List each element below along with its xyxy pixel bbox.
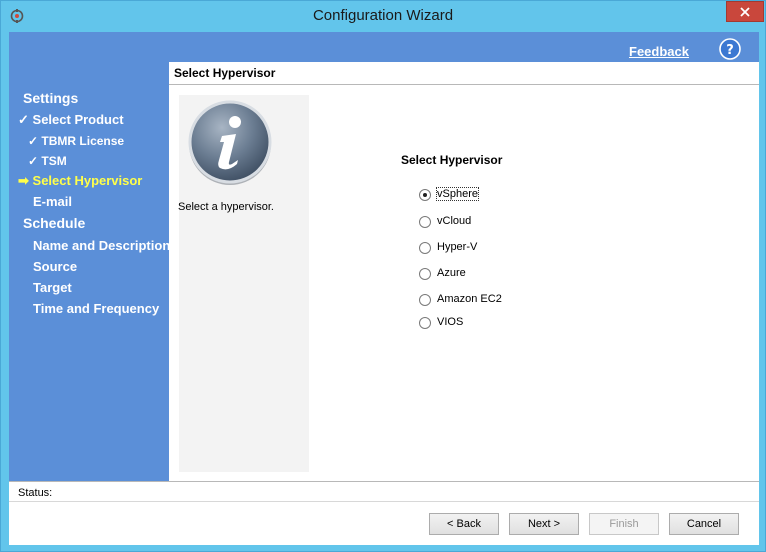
close-button[interactable] [726, 1, 764, 22]
radio-button[interactable] [419, 294, 431, 306]
wizard-steps-sidebar: Settings ✓ Select Product ✓ TBMR License… [9, 62, 170, 481]
header-bar: Feedback ? [9, 32, 759, 62]
radio-label: VIOS [437, 316, 464, 328]
check-icon: ✓ [28, 134, 39, 148]
radio-button-checked[interactable] [419, 189, 431, 201]
sidebar-item-source[interactable]: Source [33, 259, 77, 274]
radio-button[interactable] [419, 242, 431, 254]
sidebar-item-select-product[interactable]: ✓ Select Product [18, 112, 124, 128]
sidebar-item-time-and-frequency[interactable]: Time and Frequency [33, 301, 159, 316]
divider [9, 501, 759, 502]
page-title: Select Hypervisor [174, 66, 276, 80]
info-text: Select a hypervisor. [178, 201, 274, 213]
cancel-button[interactable]: Cancel [669, 513, 739, 535]
radio-button[interactable] [419, 268, 431, 280]
check-icon: ✓ [28, 154, 39, 168]
svg-text:?: ? [726, 43, 734, 58]
status-label: Status: [18, 487, 53, 499]
window-title: Configuration Wizard [312, 7, 454, 24]
info-icon [188, 100, 272, 185]
finish-button[interactable]: Finish [589, 513, 659, 535]
check-icon: ✓ [18, 112, 29, 127]
radio-label: Amazon EC2 [437, 293, 502, 305]
back-button[interactable]: < Back [429, 513, 499, 535]
radio-label: Azure [437, 267, 466, 279]
feedback-link[interactable]: Feedback [629, 44, 689, 59]
sidebar-item-target[interactable]: Target [33, 280, 72, 295]
section-title: Select Hypervisor [401, 153, 503, 167]
next-button[interactable]: Next > [509, 513, 579, 535]
help-icon[interactable]: ? [719, 38, 741, 60]
radio-label: vSphere [436, 187, 479, 201]
radio-button[interactable] [419, 317, 431, 329]
arrow-right-icon: ➡ [18, 173, 29, 188]
sidebar-item-tbmr-license[interactable]: ✓ TBMR License [28, 134, 124, 148]
close-icon [740, 6, 750, 17]
radio-label: vCloud [437, 215, 472, 227]
page-header: Select Hypervisor [169, 62, 759, 85]
radio-label: Hyper-V [437, 241, 478, 253]
wizard-client-area: Feedback ? Settings ✓ Select Product ✓ T… [9, 32, 759, 545]
title-bar[interactable]: Configuration Wizard [1, 1, 765, 32]
divider [9, 481, 759, 482]
sidebar-item-select-hypervisor[interactable]: ➡ Select Hypervisor [18, 173, 142, 189]
sidebar-heading-schedule: Schedule [23, 215, 86, 231]
sidebar-item-name-and-description[interactable]: Name and Description [33, 238, 170, 253]
sidebar-item-tsm[interactable]: ✓ TSM [28, 154, 67, 168]
wizard-window: Configuration Wizard Feedback ? Settings… [0, 0, 766, 552]
sidebar-item-email[interactable]: E-mail [33, 194, 72, 209]
sidebar-heading-settings: Settings [23, 90, 79, 106]
radio-button[interactable] [419, 216, 431, 228]
